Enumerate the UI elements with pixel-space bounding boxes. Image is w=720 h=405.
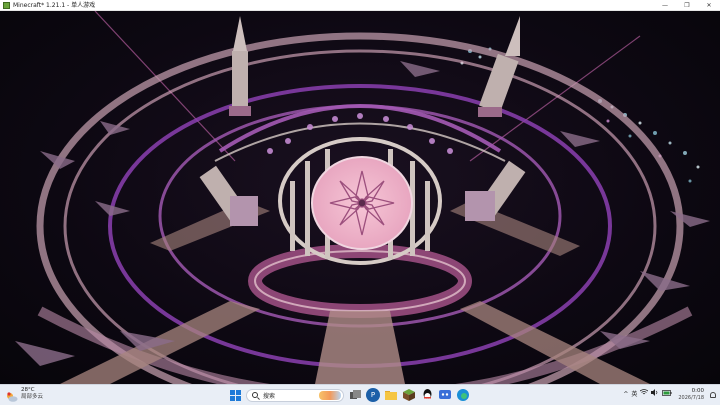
tray-overflow-chevron-icon[interactable]: ^: [623, 387, 628, 403]
title-bar[interactable]: Minecraft* 1.21.1 - 单人游戏 — ❐ ✕: [0, 0, 720, 11]
windows-icon[interactable]: [228, 388, 242, 402]
orbs: [267, 113, 453, 154]
partly-cloudy-icon: [6, 388, 18, 402]
battery-icon[interactable]: [662, 387, 672, 403]
minecraft-icon[interactable]: [402, 388, 416, 402]
system-tray: ^ 英 0:00 2026/7/18: [623, 387, 716, 403]
tower-left: [229, 16, 251, 116]
taskbar: 28°C 局部多云 搜索 P ^ 英 0:00 2026/7/18: [0, 384, 720, 405]
notification-bell-icon[interactable]: [710, 392, 716, 398]
edge-icon[interactable]: [456, 388, 470, 402]
top-arch: [218, 104, 502, 153]
minecraft-app-icon: [3, 1, 10, 9]
volume-icon[interactable]: [651, 387, 659, 403]
minecraft-window: Minecraft* 1.21.1 - 单人游戏 — ❐ ✕ 28°C 局部多云…: [0, 0, 720, 405]
tower-lower-right: [465, 160, 526, 222]
game-scene: [15, 11, 710, 384]
task-view-icon[interactable]: [348, 388, 362, 402]
bridge-lower-center: [315, 311, 405, 384]
close-button[interactable]: ✕: [698, 0, 720, 11]
ime-indicator[interactable]: 英: [631, 387, 637, 403]
qq-icon[interactable]: [420, 388, 434, 402]
p-app-icon[interactable]: P: [366, 388, 380, 402]
weather-widget[interactable]: 28°C 局部多云: [6, 387, 44, 402]
taskbar-search[interactable]: 搜索: [246, 388, 344, 402]
maximize-button[interactable]: ❐: [676, 0, 698, 11]
clock[interactable]: 0:00 2026/7/18: [678, 388, 704, 402]
clock-date: 2026/7/18: [678, 395, 704, 401]
weather-description: 局部多云: [21, 394, 44, 400]
network-icon[interactable]: [640, 387, 649, 403]
window-controls: — ❐ ✕: [654, 0, 720, 11]
game-viewport[interactable]: [0, 11, 720, 384]
folder-icon[interactable]: [384, 388, 398, 402]
weather-temperature: 28°C: [21, 387, 35, 393]
search-label: 搜索: [263, 392, 276, 400]
search-icon: [252, 392, 258, 398]
window-title: Minecraft* 1.21.1 - 单人游戏: [13, 1, 96, 9]
chat-icon[interactable]: [438, 388, 452, 402]
minimize-button[interactable]: —: [654, 0, 676, 11]
taskbar-apps: 搜索 P: [228, 387, 470, 403]
clock-time: 0:00: [691, 388, 704, 394]
search-highlight-image: [319, 390, 341, 400]
